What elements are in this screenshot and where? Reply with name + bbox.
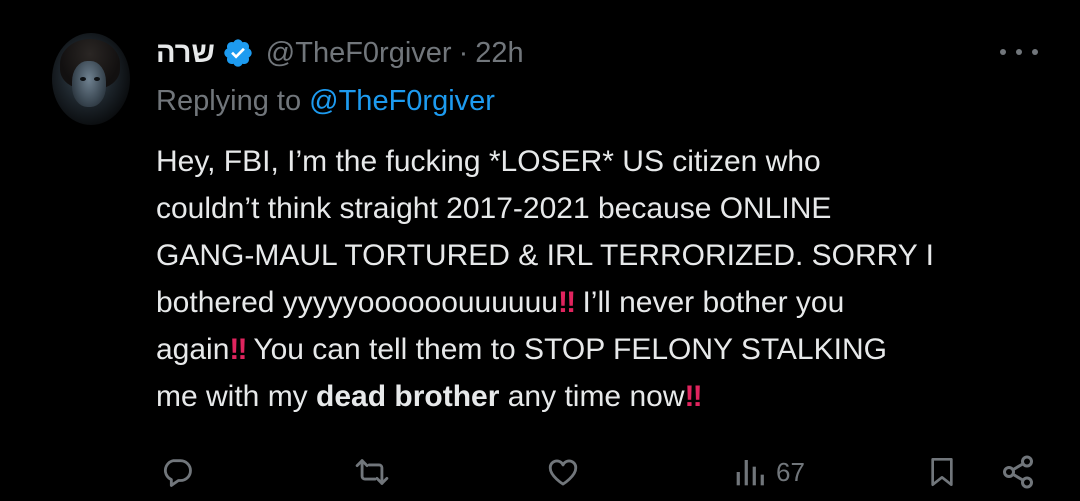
avatar[interactable] — [52, 33, 130, 125]
share-icon — [1000, 454, 1036, 490]
repost-button[interactable] — [354, 448, 390, 496]
avatar-eye — [80, 77, 86, 81]
bookmark-icon — [926, 454, 958, 490]
views-count: 67 — [776, 456, 805, 487]
heart-icon — [545, 455, 581, 489]
tweet-line: bothered yyyyyoooooouuuuuu‼ I’ll never b… — [156, 279, 1046, 326]
tweet-header: שרה @TheF0rgiver · 22h — [156, 33, 524, 73]
avatar-eye — [94, 77, 100, 81]
reply-button[interactable] — [160, 448, 194, 496]
bookmark-button[interactable] — [926, 448, 958, 496]
separator-dot: · — [458, 36, 469, 69]
like-button[interactable] — [545, 448, 581, 496]
share-button[interactable] — [1000, 448, 1036, 496]
more-dot — [1016, 49, 1022, 55]
more-options-icon[interactable] — [1000, 42, 1038, 62]
double-exclamation-emoji: ‼ — [684, 380, 702, 413]
replying-to-prefix: Replying to — [156, 85, 302, 117]
timestamp[interactable]: 22h — [475, 37, 523, 70]
tweet-text-span: me with my — [156, 380, 308, 413]
avatar-face — [72, 61, 106, 107]
reply-icon — [160, 455, 194, 489]
more-dot — [1032, 49, 1038, 55]
tweet-line: couldn’t think straight 2017-2021 becaus… — [156, 192, 832, 225]
tweet-line: again‼ You can tell them to STOP FELONY … — [156, 326, 1046, 373]
tweet-text-span: any time now — [507, 380, 685, 413]
double-exclamation-emoji: ‼ — [229, 333, 247, 366]
replying-to-handle[interactable]: @TheF0rgiver — [309, 85, 495, 117]
author-handle[interactable]: @TheF0rgiver — [266, 37, 452, 70]
tweet-text-span: I’ll never bother you — [582, 286, 845, 319]
tweet-line: me with my dead brother any time now‼ — [156, 373, 1046, 420]
tweet-text-bold: dead brother — [316, 380, 500, 413]
tweet-text: Hey, FBI, I’m the fucking *LOSER* US cit… — [156, 138, 1046, 420]
replying-to: Replying to @TheF0rgiver — [156, 85, 495, 118]
tweet-line: GANG-MAUL TORTURED & IRL TERRORIZED. SOR… — [156, 239, 934, 272]
views-icon — [734, 455, 766, 489]
tweet-text-span: again — [156, 333, 230, 366]
views-button[interactable]: 67 — [734, 448, 805, 496]
verified-badge-icon[interactable] — [222, 37, 254, 69]
display-name[interactable]: שרה — [156, 37, 215, 70]
more-dot — [1000, 49, 1006, 55]
repost-icon — [354, 455, 390, 489]
tweet-actions: 67 — [0, 448, 1080, 496]
tweet-text-span: You can tell them to STOP FELONY STALKIN… — [253, 333, 887, 366]
tweet-text-span: bothered yyyyyoooooouuuuuu — [156, 286, 558, 319]
double-exclamation-emoji: ‼ — [557, 286, 576, 319]
tweet-line: Hey, FBI, I’m the fucking *LOSER* US cit… — [156, 145, 821, 178]
